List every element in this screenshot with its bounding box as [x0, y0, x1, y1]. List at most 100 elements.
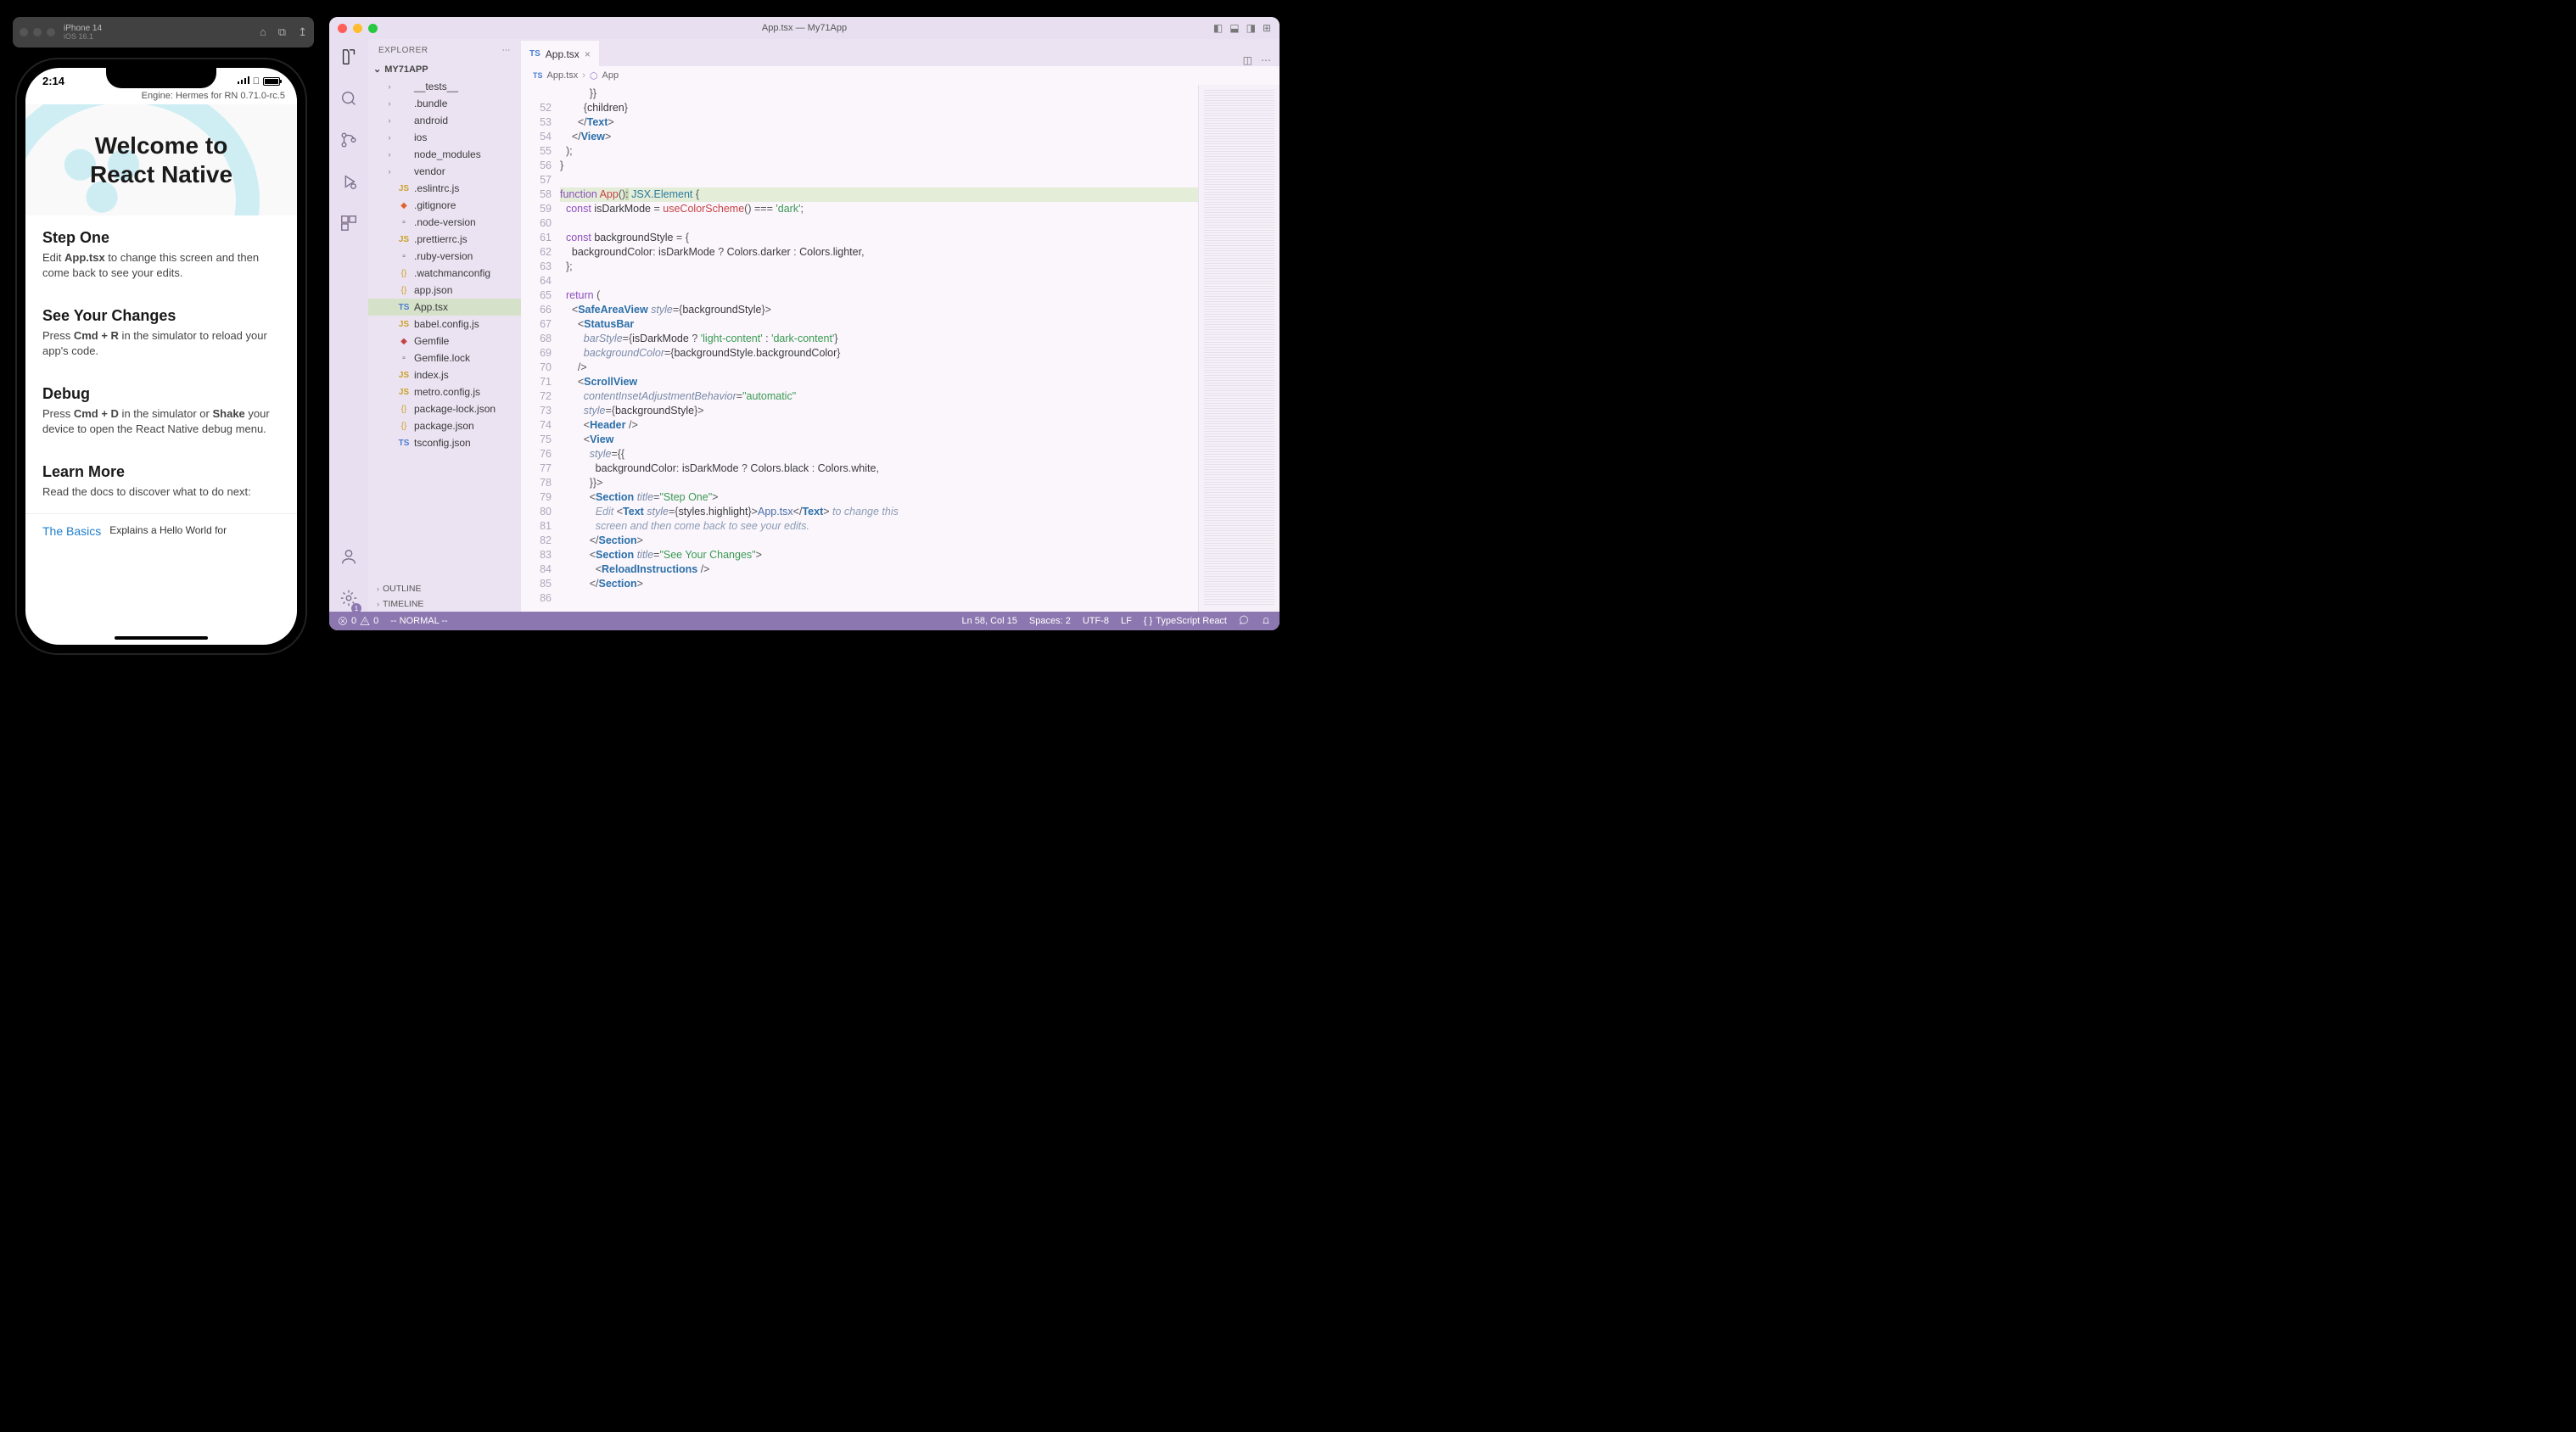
close-dot[interactable]	[20, 28, 28, 36]
tree-item[interactable]: JSindex.js	[368, 366, 521, 383]
title-actions: ◧ ⬓ ◨ ⊞	[1213, 22, 1271, 34]
feedback-icon[interactable]	[1239, 615, 1249, 628]
close-icon[interactable]: ×	[585, 48, 591, 60]
tree-item[interactable]: JSbabel.config.js	[368, 316, 521, 333]
screenshot-icon[interactable]: ⧉	[278, 25, 286, 39]
tree-item[interactable]: TSApp.tsx	[368, 299, 521, 316]
tree-item[interactable]: ◆.gitignore	[368, 197, 521, 214]
more-icon[interactable]: ⋯	[502, 46, 512, 55]
tree-item[interactable]: JS.prettierrc.js	[368, 231, 521, 248]
problems[interactable]: 0 0	[338, 616, 378, 626]
tree-item-label: index.js	[414, 369, 449, 381]
panel-right-icon[interactable]: ◨	[1246, 22, 1256, 34]
outline-row[interactable]: ›OUTLINE	[368, 581, 521, 596]
section-body: Edit App.tsx to change this screen and t…	[42, 250, 280, 280]
min-dot[interactable]	[353, 24, 362, 33]
section-body: Press Cmd + D in the simulator or Shake …	[42, 406, 280, 436]
signal-icon	[238, 76, 249, 87]
tree-item[interactable]: ◆Gemfile	[368, 333, 521, 350]
sidebar-header: EXPLORER ⋯	[368, 39, 521, 60]
tree-item[interactable]: TStsconfig.json	[368, 434, 521, 451]
battery-icon	[263, 77, 280, 86]
device-label: iPhone 14 iOS 16.1	[64, 24, 102, 42]
max-dot[interactable]	[47, 28, 55, 36]
tree-item[interactable]: ▫Gemfile.lock	[368, 350, 521, 366]
cursor-pos[interactable]: Ln 58, Col 15	[961, 616, 1016, 626]
code-area[interactable]: }} {children} </Text> </View> );}functio…	[560, 85, 1198, 612]
section-2: Debug Press Cmd + D in the simulator or S…	[25, 372, 297, 450]
extensions-icon[interactable]	[339, 214, 358, 237]
tree-item[interactable]: {}.watchmanconfig	[368, 265, 521, 282]
more-icon[interactable]: ⋯	[1261, 54, 1271, 66]
iphone-screen: 2:14 􀙇 Engine: Hermes for RN 0.71.0-rc.5…	[25, 68, 297, 645]
traffic-lights	[20, 28, 55, 36]
split-editor-icon[interactable]: ◫	[1243, 54, 1252, 66]
clock: 2:14	[42, 75, 64, 87]
layout-icon[interactable]: ◧	[1213, 22, 1223, 34]
bell-icon[interactable]	[1261, 615, 1271, 628]
footer-link[interactable]: The Basics	[42, 524, 101, 538]
editor-group: TS App.tsx × ◫ ⋯ TS App.tsx › ⬡ App 5253…	[521, 39, 1280, 612]
tree-item-label: package-lock.json	[414, 403, 496, 415]
tree-item-label: ios	[414, 131, 427, 143]
eol[interactable]: LF	[1121, 616, 1132, 626]
language-mode[interactable]: { }TypeScript React	[1144, 616, 1227, 626]
tree-item-label: .eslintrc.js	[414, 182, 459, 194]
account-icon[interactable]	[339, 547, 358, 570]
indent[interactable]: Spaces: 2	[1029, 616, 1071, 626]
home-indicator[interactable]	[115, 636, 208, 640]
simulator-titlebar: iPhone 14 iOS 16.1 ⌂ ⧉ ↥	[13, 17, 314, 48]
close-dot[interactable]	[338, 24, 347, 33]
rotate-icon[interactable]: ↥	[298, 25, 307, 39]
tree-item[interactable]: JSmetro.config.js	[368, 383, 521, 400]
tab-app-tsx[interactable]: TS App.tsx ×	[521, 41, 599, 66]
ts-icon: TS	[533, 71, 543, 80]
sim-toolbar-icons: ⌂ ⧉ ↥	[260, 25, 307, 39]
tree-item[interactable]: {}package.json	[368, 417, 521, 434]
section-title: See Your Changes	[42, 307, 280, 325]
status-bar: 0 0 -- NORMAL -- Ln 58, Col 15 Spaces: 2…	[329, 612, 1280, 630]
home-icon[interactable]: ⌂	[260, 25, 266, 39]
tree-item[interactable]: ›__tests__	[368, 78, 521, 95]
breadcrumb[interactable]: TS App.tsx › ⬡ App	[521, 66, 1280, 85]
tree-item[interactable]: ›.bundle	[368, 95, 521, 112]
line-gutter: 5253545556575859606162636465666768697071…	[521, 85, 560, 612]
customize-layout-icon[interactable]: ⊞	[1263, 22, 1271, 34]
explorer-icon[interactable]	[339, 48, 358, 70]
footer-row[interactable]: The Basics Explains a Hello World for	[25, 513, 297, 548]
tree-item[interactable]: {}app.json	[368, 282, 521, 299]
tree-item[interactable]: ›node_modules	[368, 146, 521, 163]
ts-icon: TS	[529, 49, 540, 59]
panel-bottom-icon[interactable]: ⬓	[1229, 22, 1239, 34]
editor[interactable]: 5253545556575859606162636465666768697071…	[521, 85, 1280, 612]
section-1: See Your Changes Press Cmd + R in the sim…	[25, 294, 297, 372]
project-row[interactable]: ⌄ MY71APP	[368, 60, 521, 78]
settings-icon[interactable]	[339, 589, 358, 612]
section-0: Step OneEdit App.tsx to change this scre…	[25, 215, 297, 294]
tree-item[interactable]: ›ios	[368, 129, 521, 146]
section-body: Read the docs to discover what to do nex…	[42, 484, 280, 500]
tree-item[interactable]: ▫.node-version	[368, 214, 521, 231]
debug-icon[interactable]	[339, 172, 358, 195]
source-control-icon[interactable]	[339, 131, 358, 154]
tree-item-label: Gemfile	[414, 335, 449, 347]
wifi-icon: 􀙇	[253, 76, 260, 87]
min-dot[interactable]	[33, 28, 42, 36]
vim-mode: -- NORMAL --	[390, 616, 447, 626]
search-icon[interactable]	[339, 89, 358, 112]
sidebar: EXPLORER ⋯ ⌄ MY71APP ›__tests__›.bundle›…	[368, 39, 521, 612]
timeline-row[interactable]: ›TIMELINE	[368, 596, 521, 612]
max-dot[interactable]	[368, 24, 378, 33]
minimap[interactable]	[1198, 85, 1280, 612]
tree-item-label: package.json	[414, 420, 474, 432]
section-title: Debug	[42, 385, 280, 403]
tree-item[interactable]: ›android	[368, 112, 521, 129]
section-body: Press Cmd + R in the simulator to reload…	[42, 328, 280, 358]
tree-item[interactable]: ▫.ruby-version	[368, 248, 521, 265]
tree-item[interactable]: JS.eslintrc.js	[368, 180, 521, 197]
tree-item-label: .node-version	[414, 216, 476, 228]
tree-item[interactable]: ›vendor	[368, 163, 521, 180]
tree-item[interactable]: {}package-lock.json	[368, 400, 521, 417]
encoding[interactable]: UTF-8	[1083, 616, 1109, 626]
tree-item-label: .ruby-version	[414, 250, 473, 262]
